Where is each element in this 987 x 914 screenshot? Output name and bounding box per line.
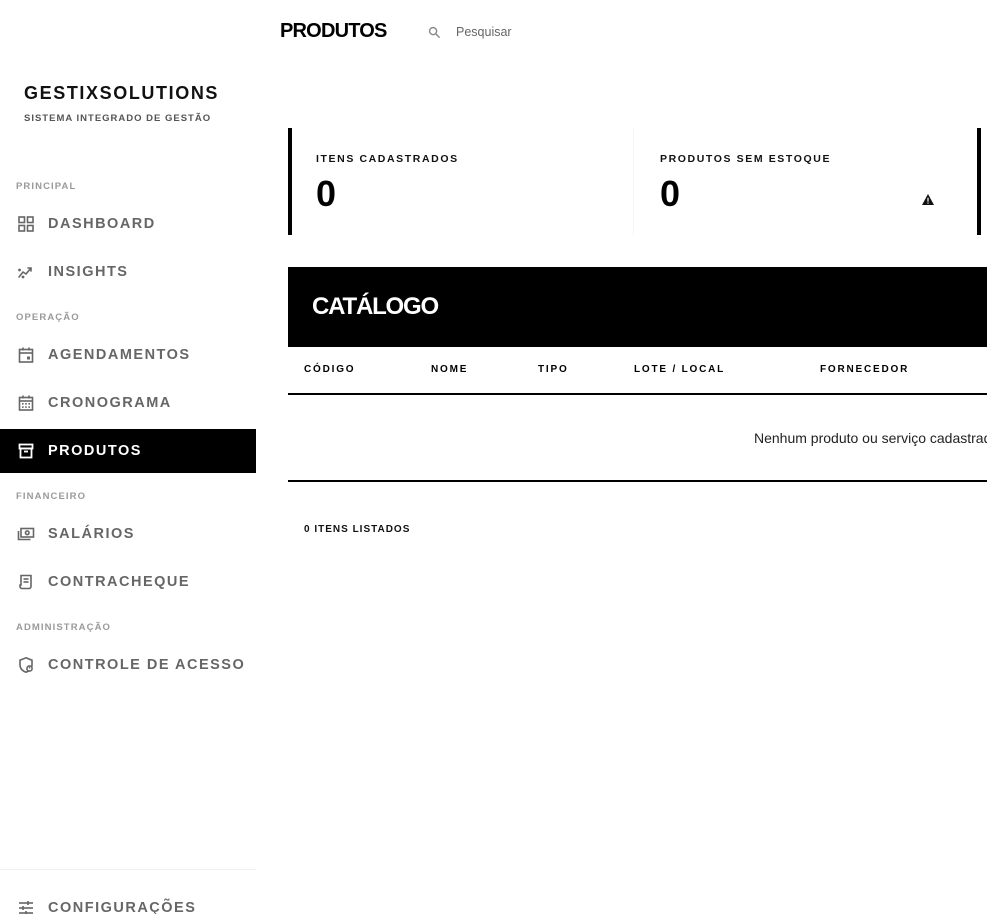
calendar-event-icon bbox=[17, 346, 35, 364]
receipt-icon bbox=[17, 573, 35, 591]
section-label-principal: PRINCIPAL bbox=[16, 181, 77, 192]
sidebar-item-label: CONTROLE DE ACESSO bbox=[48, 657, 246, 673]
sidebar-item-controle-de-acesso[interactable]: CONTROLE DE ACESSO bbox=[0, 643, 256, 687]
archive-box-icon bbox=[17, 442, 35, 460]
sidebar-item-label: PRODUTOS bbox=[48, 443, 142, 459]
warning-icon bbox=[922, 194, 934, 205]
stat-card-produtos-sem-estoque: PRODUTOS SEM ESTOQUE 0 bbox=[634, 128, 981, 235]
sidebar-item-label: CRONOGRAMA bbox=[48, 395, 172, 411]
brand-subtitle: SISTEMA INTEGRADO DE GESTÃO bbox=[24, 113, 212, 124]
sidebar-item-label: CONFIGURAÇÕES bbox=[48, 900, 197, 914]
payments-icon bbox=[17, 525, 35, 543]
stat-card-itens-cadastrados: ITENS CADASTRADOS 0 bbox=[288, 128, 634, 235]
calendar-month-icon bbox=[17, 394, 35, 412]
brand: GESTIXSOLUTIONS SISTEMA INTEGRADO DE GES… bbox=[24, 83, 219, 124]
brand-name: GESTIXSOLUTIONS bbox=[24, 83, 220, 103]
stat-label: PRODUTOS SEM ESTOQUE bbox=[660, 153, 832, 165]
sidebar-item-label: DASHBOARD bbox=[48, 216, 156, 232]
stat-value: 0 bbox=[316, 173, 337, 214]
empty-state-message: Nenhum produto ou serviço cadastrado. bbox=[754, 430, 987, 446]
stat-label: ITENS CADASTRADOS bbox=[316, 153, 459, 165]
sidebar-item-label: AGENDAMENTOS bbox=[48, 347, 191, 363]
search-bar[interactable] bbox=[428, 22, 616, 42]
stat-value: 0 bbox=[660, 173, 681, 214]
trend-icon bbox=[17, 263, 35, 281]
shield-person-icon bbox=[17, 656, 35, 674]
section-label-administracao: ADMINISTRAÇÃO bbox=[16, 622, 112, 633]
column-header-lote-local[interactable]: LOTE / LOCAL bbox=[634, 364, 725, 375]
sidebar-item-label: SALÁRIOS bbox=[48, 526, 135, 542]
sidebar-item-insights[interactable]: INSIGHTS bbox=[0, 250, 256, 294]
sidebar-divider bbox=[0, 869, 256, 870]
sidebar-item-dashboard[interactable]: DASHBOARD bbox=[0, 202, 256, 246]
catalog-title: CATÁLOGO bbox=[312, 293, 439, 320]
sidebar-item-contracheque[interactable]: CONTRACHEQUE bbox=[0, 560, 256, 604]
column-header-nome[interactable]: NOME bbox=[431, 364, 468, 375]
section-label-financeiro: FINANCEIRO bbox=[16, 491, 87, 502]
sidebar-item-label: CONTRACHEQUE bbox=[48, 574, 191, 590]
page-title: PRODUTOS bbox=[280, 20, 387, 42]
sidebar-item-configuracoes[interactable]: CONFIGURAÇÕES bbox=[0, 886, 256, 914]
section-label-operacao: OPERAÇÃO bbox=[16, 312, 80, 323]
sidebar-item-salarios[interactable]: SALÁRIOS bbox=[0, 512, 256, 556]
grid-icon bbox=[17, 215, 35, 233]
sidebar-item-agendamentos[interactable]: AGENDAMENTOS bbox=[0, 333, 256, 377]
column-header-fornecedor[interactable]: FORNECEDOR bbox=[820, 364, 909, 375]
column-header-tipo[interactable]: TIPO bbox=[538, 364, 569, 375]
items-count: 0 ITENS LISTADOS bbox=[304, 524, 411, 535]
table-empty-row: Nenhum produto ou serviço cadastrado. bbox=[288, 395, 987, 482]
table-header: CÓDIGO NOME TIPO LOTE / LOCAL FORNECEDOR bbox=[288, 347, 987, 395]
sidebar: GESTIXSOLUTIONS SISTEMA INTEGRADO DE GES… bbox=[0, 0, 256, 914]
catalog-header: CATÁLOGO bbox=[288, 267, 987, 347]
column-header-codigo[interactable]: CÓDIGO bbox=[304, 364, 355, 375]
sidebar-item-produtos[interactable]: PRODUTOS bbox=[0, 429, 256, 473]
sidebar-item-cronograma[interactable]: CRONOGRAMA bbox=[0, 381, 256, 425]
sidebar-item-label: INSIGHTS bbox=[48, 264, 129, 280]
sliders-icon bbox=[17, 899, 35, 914]
search-icon bbox=[428, 26, 441, 39]
search-input[interactable] bbox=[456, 25, 616, 39]
